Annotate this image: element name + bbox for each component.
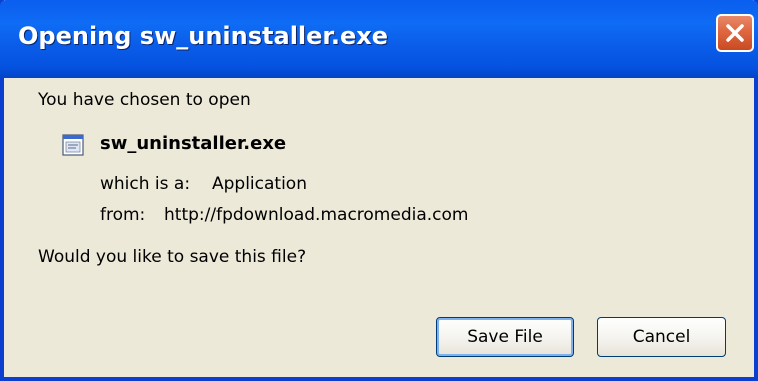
save-file-button[interactable]: Save File (436, 317, 574, 357)
file-name: sw_uninstaller.exe (100, 133, 287, 154)
cancel-button[interactable]: Cancel (597, 317, 726, 357)
dialog-body: You have chosen to open sw_uninstaller.e… (4, 78, 754, 377)
file-source-label: from: (100, 205, 146, 225)
file-type-label: which is a: (100, 174, 191, 194)
close-button[interactable] (716, 14, 754, 52)
save-question: Would you like to save this file? (38, 247, 307, 267)
title-bar[interactable]: Opening sw_uninstaller.exe (0, 0, 758, 78)
close-icon (726, 24, 744, 42)
file-source-value: http://fpdownload.macromedia.com (164, 205, 469, 225)
application-file-icon (62, 134, 84, 156)
dialog-title: Opening sw_uninstaller.exe (18, 22, 388, 50)
download-dialog: Opening sw_uninstaller.exe You have chos… (0, 0, 758, 381)
intro-text: You have chosen to open (38, 90, 251, 110)
file-type-value: Application (212, 174, 307, 194)
